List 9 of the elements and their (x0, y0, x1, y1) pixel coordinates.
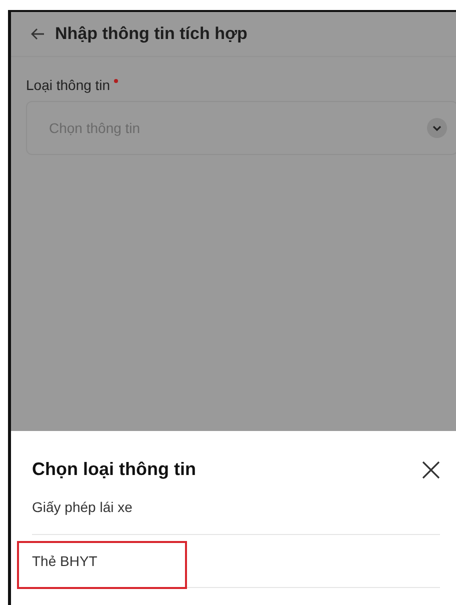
option-item[interactable]: Thẻ BHYT (32, 553, 98, 569)
sheet-title: Chọn loại thông tin (32, 459, 196, 480)
close-icon (422, 460, 440, 478)
page-title: Nhập thông tin tích hợp (55, 24, 248, 44)
field-label: Loại thông tin (26, 77, 110, 93)
close-button[interactable] (422, 460, 440, 478)
chevron-down-icon (427, 118, 447, 138)
option-item[interactable]: Giấy phép lái xe (32, 499, 132, 515)
back-arrow-icon[interactable] (31, 28, 45, 40)
